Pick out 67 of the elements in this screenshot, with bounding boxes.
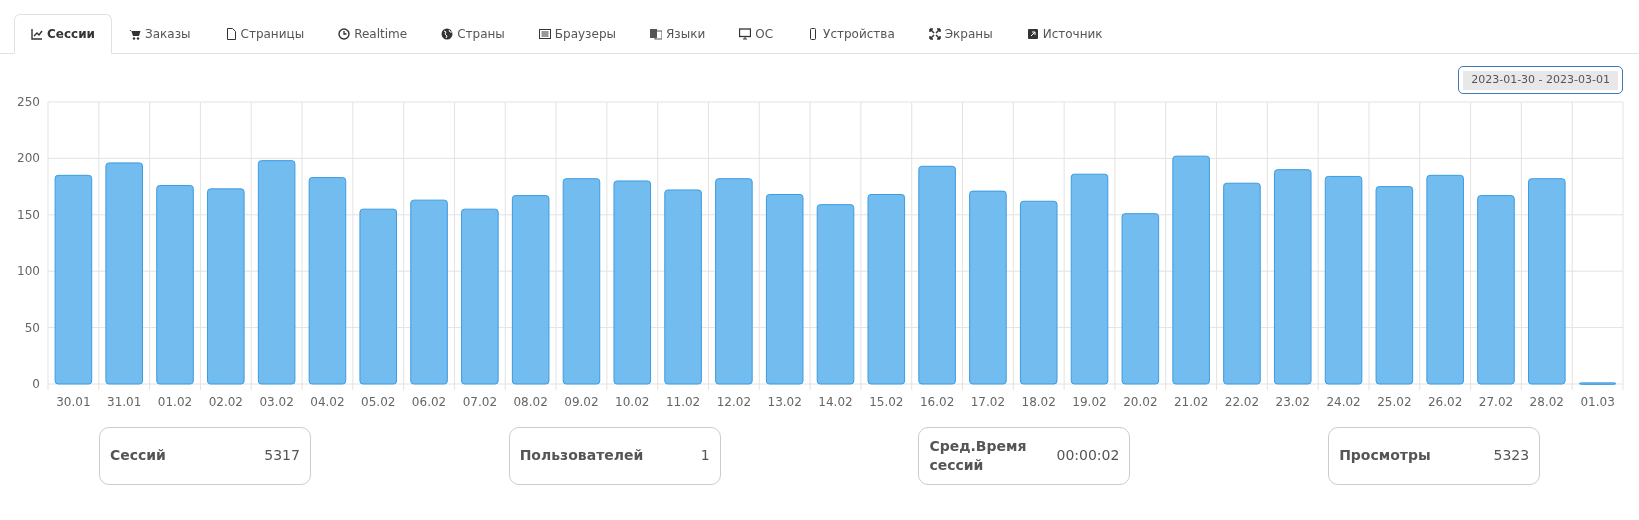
tab[interactable]: ОС [722,14,791,54]
stat-label: Сред.Время сессий [929,437,1028,474]
tab[interactable]: Устройства [790,14,912,54]
axis-tick-label: 27.02 [1478,394,1514,409]
axis-tick-label: 07.02 [462,394,498,409]
axis-tick-label: 01.02 [157,394,193,409]
axis-tick-label: 12.02 [716,394,752,409]
axis-tick-label: 28.02 [1529,394,1564,409]
stat-label: Сессий [109,446,166,465]
axis-tick-label: 26.02 [1428,394,1463,409]
tab[interactable]: Источник [1009,14,1120,54]
tab[interactable]: Браузеры [521,14,633,54]
axis-tick-label: 11.02 [665,394,701,409]
axis-tick-label: 250 [17,94,40,109]
axis-tick-label: 150 [17,207,40,222]
date-range-picker[interactable]: 2023-01-30 - 2023-03-01 [1458,66,1623,94]
share-icon [1026,28,1039,40]
axis-tick-label: 05.02 [361,394,396,409]
axis-tick-label: 50 [24,320,40,335]
stat-label: Просмотры [1339,446,1431,465]
axis-tick-label: 14.02 [818,394,853,409]
tab[interactable]: Заказы [112,14,208,54]
axis-tick-label: 100 [17,263,40,278]
tab[interactable]: Сессии [14,14,112,54]
axis-tick-label: 31.01 [107,394,142,409]
tab[interactable]: Realtime [321,14,425,54]
tab[interactable]: Экраны [911,14,1010,54]
axis-tick-label: 03.02 [259,394,294,409]
document-icon [224,28,237,40]
chart-line-icon [31,28,43,40]
axis-tick-label: 06.02 [411,394,447,409]
tab[interactable]: Языки [633,14,723,54]
expand-icon [928,28,941,40]
axis-tick-label: 200 [17,150,40,165]
axis-tick-label: 20.02 [1123,394,1158,409]
monitor-icon [739,28,752,40]
axis-tick-label: 30.01 [56,394,91,409]
list-icon [538,28,551,40]
globe-icon [441,28,454,40]
axis-tick-label: 24.02 [1326,394,1361,409]
stat-value: 1 [700,446,710,465]
axis-tick-label: 18.02 [1021,394,1056,409]
axis-tick-label: 15.02 [869,394,904,409]
cart-icon [129,28,141,40]
axis-tick-label: 04.02 [310,394,345,409]
axis-tick-label: 10.02 [615,394,650,409]
axis-tick-label: 08.02 [513,394,548,409]
axis-tick-label: 19.02 [1072,394,1107,409]
stat-value: 5323 [1493,446,1530,465]
axis-tick-label: 01.03 [1580,394,1615,409]
translate-icon [650,28,662,40]
stat-value: 5317 [264,446,300,465]
axis-tick-label: 17.02 [970,394,1006,409]
axis-tick-label: 21.02 [1173,394,1209,409]
axis-tick-label: 13.02 [767,394,802,409]
stat-value: 00:00:02 [1056,446,1120,465]
axis-tick-label: 25.02 [1377,394,1412,409]
axis-tick-label: 02.02 [208,394,243,409]
axis-tick-label: 0 [32,376,40,391]
axis-tick-label: 22.02 [1224,394,1260,409]
axis-tick-label: 16.02 [919,394,955,409]
tab[interactable]: Страницы [207,14,322,54]
stat-label: Пользователей [519,446,644,465]
axis-tick-label: 23.02 [1275,394,1310,409]
clock-icon [338,28,351,40]
tab[interactable]: Страны [424,14,522,54]
axis-tick-label: 09.02 [564,394,599,409]
